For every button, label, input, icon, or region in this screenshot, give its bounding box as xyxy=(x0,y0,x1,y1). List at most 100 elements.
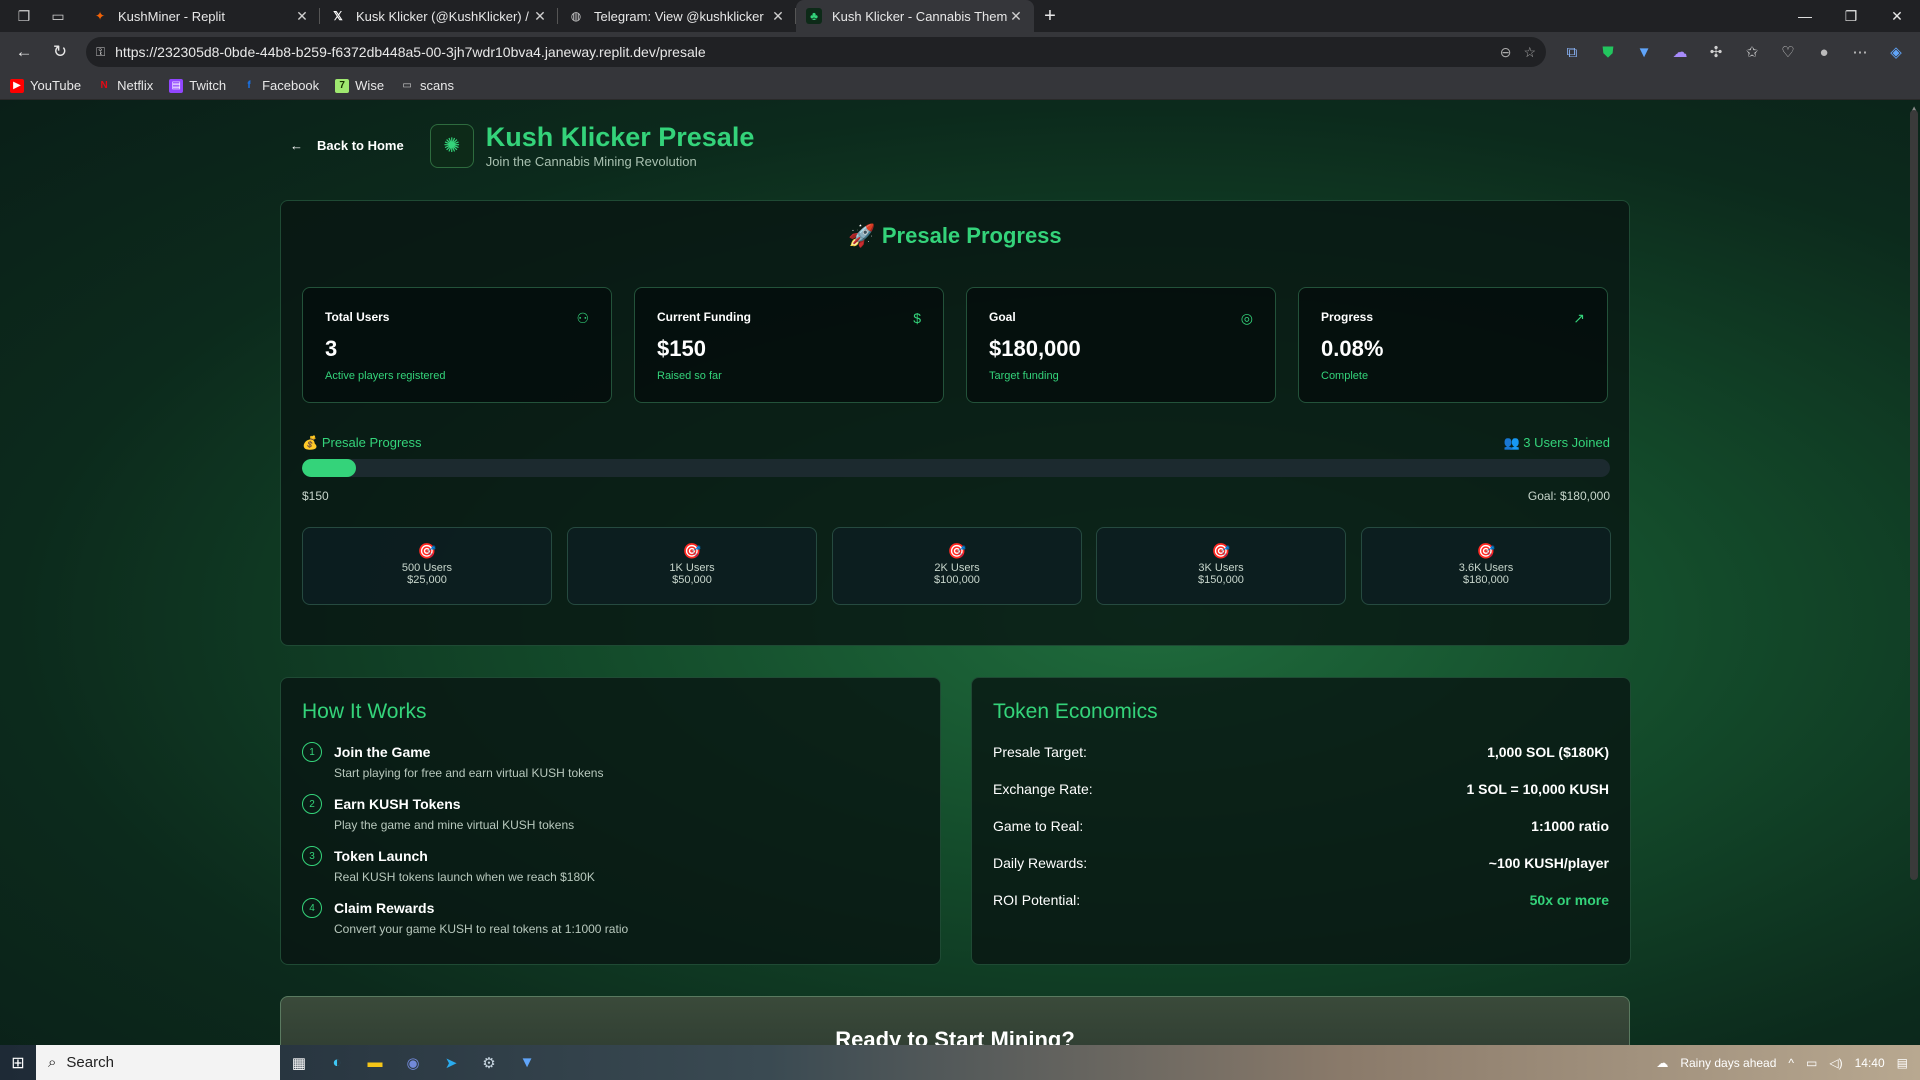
stat-note: Complete xyxy=(1321,370,1369,382)
taskbar-search-box[interactable]: ⌕ Search xyxy=(36,1045,280,1080)
edge-icon[interactable]: ◐ xyxy=(318,1045,356,1080)
bookmark-youtube[interactable]: ▶ YouTube xyxy=(10,78,81,93)
reload-icon[interactable]: ↻ xyxy=(44,36,76,68)
step-item: 3 Token Launch Real KUSH tokens launch w… xyxy=(302,846,919,884)
econ-key: Presale Target: xyxy=(993,744,1087,760)
facebook-icon: f xyxy=(247,80,251,91)
windows-taskbar: ⊞ ⌕ Search ▦ ◐ ▬ ◉ ➤ ⚙ ▼ ☁ Rainy days ah… xyxy=(0,1045,1920,1080)
cloud-extension-icon[interactable]: ☁ xyxy=(1664,36,1696,68)
back-to-home-button[interactable]: ← Back to Home xyxy=(290,138,404,153)
stat-value: 3 xyxy=(325,336,338,361)
milestone-3k-users: 🎯 3K Users $150,000 xyxy=(1096,527,1346,605)
bookmark-facebook[interactable]: f Facebook xyxy=(242,78,319,93)
address-bar[interactable]: ⚿ https://232305d8-0bde-44b8-b259-f6372d… xyxy=(86,37,1546,67)
site-info-icon[interactable]: ⚿ xyxy=(96,45,105,60)
milestone-amount: $50,000 xyxy=(672,574,712,586)
new-tab-button[interactable]: + xyxy=(1034,0,1066,32)
copilot-icon[interactable]: ◈ xyxy=(1880,36,1912,68)
page-scrollbar[interactable] xyxy=(1910,110,1918,880)
replit-icon: ✦ xyxy=(94,9,106,23)
milestone-3-6k-users: 🎯 3.6K Users $180,000 xyxy=(1361,527,1611,605)
bookmark-label: Facebook xyxy=(262,78,320,93)
bookmark-scans[interactable]: ▭ scans xyxy=(400,78,454,93)
notifications-icon[interactable]: ▤ xyxy=(1897,1056,1908,1070)
favorites-icon[interactable]: ✩ xyxy=(1736,36,1768,68)
vpn-extension-icon[interactable]: ▼ xyxy=(1628,36,1660,68)
steam-icon[interactable]: ⚙ xyxy=(470,1045,508,1080)
close-icon[interactable]: ✕ xyxy=(532,8,548,25)
clock-time[interactable]: 14:40 xyxy=(1855,1056,1885,1070)
chevron-up-icon[interactable]: ^ xyxy=(1788,1056,1794,1070)
file-explorer-icon[interactable]: ▬ xyxy=(356,1045,394,1080)
cta-card: Ready to Start Mining? xyxy=(280,996,1630,1045)
milestone-500-users: 🎯 500 Users $25,000 xyxy=(302,527,552,605)
econ-row-presale-target: Presale Target: 1,000 SOL ($180K) xyxy=(993,744,1609,760)
close-icon[interactable]: ✕ xyxy=(294,8,310,25)
milestone-1k-users: 🎯 1K Users $50,000 xyxy=(567,527,817,605)
close-icon[interactable]: ✕ xyxy=(770,8,786,25)
bookmarks-bar: ▶ YouTube N Netflix ▤ Twitch f Facebook … xyxy=(0,72,1920,100)
network-icon[interactable]: ▭ xyxy=(1806,1056,1817,1070)
stat-label: Total Users xyxy=(325,310,390,324)
minimize-icon[interactable]: — xyxy=(1782,0,1828,32)
tab-bar: ❐ ▭ ✦ KushMiner - Replit ✕ 𝕏 Kusk Klicke… xyxy=(0,0,1920,32)
bookmark-label: YouTube xyxy=(30,78,82,93)
progress-label: 💰 Presale Progress xyxy=(302,435,422,451)
windows-start-icon[interactable]: ⊞ xyxy=(0,1045,36,1080)
presale-progress-card: 🚀 Presale Progress Total Users ⚇ 3 Activ… xyxy=(280,200,1630,646)
bookmark-wise[interactable]: 7 Wise xyxy=(335,78,384,93)
browser-toolbar: ← ↻ ⚿ https://232305d8-0bde-44b8-b259-f6… xyxy=(0,32,1920,72)
telegram-icon[interactable]: ➤ xyxy=(432,1045,470,1080)
back-arrow-icon[interactable]: ← xyxy=(8,36,40,68)
tab-actions-icon[interactable]: ▭ xyxy=(44,2,72,30)
arrow-left-icon: ← xyxy=(290,138,303,153)
tab-kush-klicker[interactable]: ♣ Kush Klicker - Cannabis Themed C ✕ xyxy=(796,0,1034,32)
how-it-works-title: How It Works xyxy=(302,700,427,723)
weather-text[interactable]: Rainy days ahead xyxy=(1680,1056,1776,1070)
performance-icon[interactable]: ♡ xyxy=(1772,36,1804,68)
trending-up-icon: ↗ xyxy=(1573,310,1585,326)
milestone-users: 500 Users xyxy=(401,562,453,574)
vpn-app-icon[interactable]: ▼ xyxy=(508,1045,546,1080)
rocket-icon: 🚀 xyxy=(848,223,876,248)
more-menu-icon[interactable]: ⋯ xyxy=(1844,36,1876,68)
econ-value: ~100 KUSH/player xyxy=(1488,855,1609,871)
star-icon[interactable]: ☆ xyxy=(1523,44,1536,61)
zoom-icon[interactable]: ⊖ xyxy=(1500,44,1512,61)
raised-amount: $150 xyxy=(302,489,329,503)
tab-telegram[interactable]: ◍ Telegram: View @kushklicker ✕ xyxy=(558,0,796,32)
step-title: Token Launch xyxy=(334,848,428,864)
tab-kushminer-replit[interactable]: ✦ KushMiner - Replit ✕ xyxy=(82,0,320,32)
workspaces-icon[interactable]: ❐ xyxy=(10,2,38,30)
step-title: Earn KUSH Tokens xyxy=(334,796,461,812)
volume-icon[interactable]: ◁) xyxy=(1829,1056,1842,1070)
milestone-2k-users: 🎯 2K Users $100,000 xyxy=(832,527,1082,605)
discord-icon[interactable]: ◉ xyxy=(394,1045,432,1080)
system-tray: ☁ Rainy days ahead ^ ▭ ◁) 14:40 ▤ xyxy=(1656,1045,1920,1080)
bullseye-icon: 🎯 xyxy=(417,543,437,560)
task-view-icon[interactable]: ▦ xyxy=(280,1045,318,1080)
step-title: Claim Rewards xyxy=(334,900,435,916)
econ-row-game-to-real: Game to Real: 1:1000 ratio xyxy=(993,818,1609,834)
close-icon[interactable]: ✕ xyxy=(1008,8,1024,25)
bookmark-label: Netflix xyxy=(117,78,154,93)
page-viewport: ← Back to Home ✺ Kush Klicker Presale Jo… xyxy=(0,100,1920,1045)
puzzle-icon[interactable]: ✣ xyxy=(1700,36,1732,68)
extension-icon[interactable]: ⧉ xyxy=(1556,36,1588,68)
econ-value: 1 SOL = 10,000 KUSH xyxy=(1466,781,1609,797)
restore-icon[interactable]: ❐ xyxy=(1828,0,1874,32)
econ-value: 50x or more xyxy=(1529,892,1609,908)
bookmark-netflix[interactable]: N Netflix xyxy=(97,78,153,93)
stat-goal: Goal ◎ $180,000 Target funding xyxy=(966,287,1276,403)
page-title: Kush Klicker Presale xyxy=(485,122,755,152)
milestone-amount: $100,000 xyxy=(934,574,980,586)
shield-extension-icon[interactable]: ⛊ xyxy=(1592,36,1624,68)
netflix-icon: N xyxy=(100,80,108,91)
econ-row-exchange-rate: Exchange Rate: 1 SOL = 10,000 KUSH xyxy=(993,781,1609,797)
bookmark-twitch[interactable]: ▤ Twitch xyxy=(169,78,226,93)
search-icon: ⌕ xyxy=(48,1054,57,1071)
close-window-icon[interactable]: ✕ xyxy=(1874,0,1920,32)
profile-avatar-icon[interactable]: ● xyxy=(1808,36,1840,68)
tab-kusk-klicker-x[interactable]: 𝕏 Kusk Klicker (@KushKlicker) / X ✕ xyxy=(320,0,558,32)
presale-title-text: Presale Progress xyxy=(881,223,1062,248)
